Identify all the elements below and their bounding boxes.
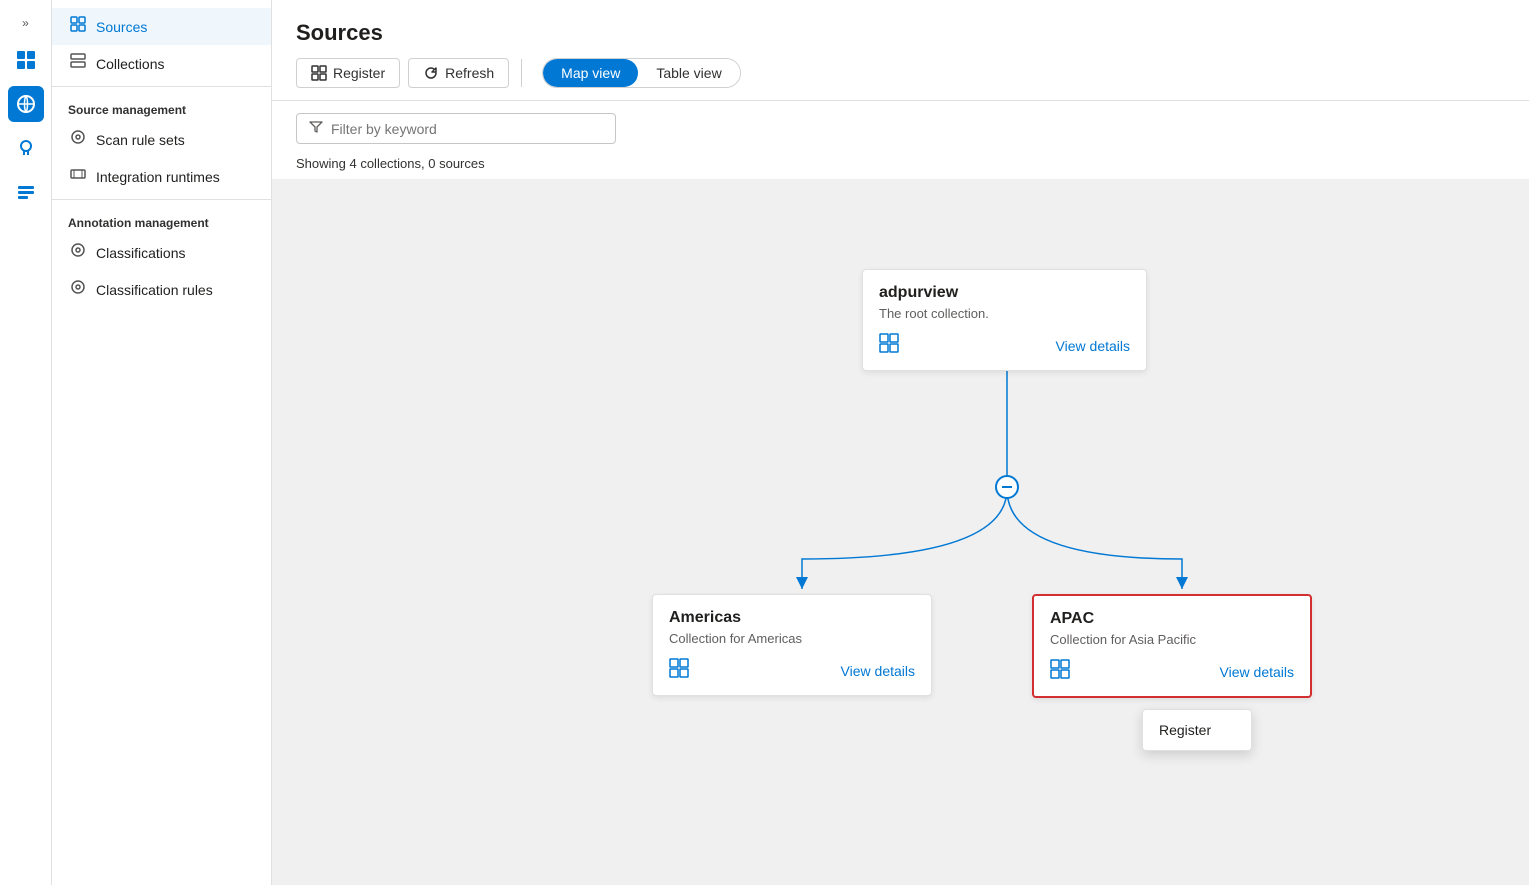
scan-rule-sets-icon bbox=[68, 129, 88, 150]
refresh-button[interactable]: Refresh bbox=[408, 58, 509, 88]
icon-bar: » bbox=[0, 0, 52, 885]
apac-collection-card: APAC Collection for Asia Pacific View de… bbox=[1032, 594, 1312, 698]
refresh-icon bbox=[423, 65, 439, 81]
apac-view-details-link[interactable]: View details bbox=[1220, 664, 1294, 680]
context-menu: Register bbox=[1142, 709, 1252, 751]
map-area[interactable]: adpurview The root collection. View deta… bbox=[272, 179, 1529, 885]
register-button[interactable]: Register bbox=[296, 58, 400, 88]
root-card-title: adpurview bbox=[879, 284, 1130, 302]
view-toggle: Map view Table view bbox=[542, 58, 741, 88]
management-nav-icon[interactable] bbox=[8, 174, 44, 210]
toolbar-divider bbox=[521, 59, 522, 87]
context-menu-register[interactable]: Register bbox=[1143, 714, 1251, 746]
filter-icon bbox=[309, 120, 323, 137]
map-view-button[interactable]: Map view bbox=[543, 59, 638, 87]
classifications-icon bbox=[68, 242, 88, 263]
americas-card-footer: View details bbox=[669, 658, 915, 683]
collapse-sidebar-button[interactable]: » bbox=[18, 12, 33, 34]
root-card-footer: View details bbox=[879, 333, 1130, 358]
sidebar-item-collections[interactable]: Collections bbox=[52, 45, 271, 82]
sidebar-divider-1 bbox=[52, 86, 271, 87]
showing-text: Showing 4 collections, 0 sources bbox=[272, 152, 1529, 179]
classification-rules-icon bbox=[68, 279, 88, 300]
apac-grid-icon[interactable] bbox=[1050, 659, 1070, 684]
page-title: Sources bbox=[296, 20, 1505, 46]
root-view-details-link[interactable]: View details bbox=[1056, 338, 1130, 354]
americas-card-title: Americas bbox=[669, 609, 915, 627]
page-header: Sources Register Refresh Map view Table … bbox=[272, 0, 1529, 101]
root-grid-icon[interactable] bbox=[879, 333, 899, 358]
main-content: Sources Register Refresh Map view Table … bbox=[272, 0, 1529, 885]
insights-nav-icon[interactable] bbox=[8, 130, 44, 166]
apac-card-desc: Collection for Asia Pacific bbox=[1050, 632, 1294, 647]
collections-icon bbox=[68, 53, 88, 74]
americas-collection-card: Americas Collection for Americas View de… bbox=[652, 594, 932, 696]
sidebar-scan-rule-sets-label: Scan rule sets bbox=[96, 132, 185, 148]
annotation-management-section: Annotation management bbox=[52, 204, 271, 234]
sidebar-collections-label: Collections bbox=[96, 56, 164, 72]
sidebar-item-sources[interactable]: Sources bbox=[52, 8, 271, 45]
root-card-desc: The root collection. bbox=[879, 306, 1130, 321]
data-map-nav-icon[interactable] bbox=[8, 86, 44, 122]
catalog-nav-icon[interactable] bbox=[8, 42, 44, 78]
register-icon bbox=[311, 65, 327, 81]
table-view-button[interactable]: Table view bbox=[638, 59, 739, 87]
americas-view-details-link[interactable]: View details bbox=[841, 663, 915, 679]
sidebar-item-integration-runtimes[interactable]: Integration runtimes bbox=[52, 158, 271, 195]
filter-input[interactable] bbox=[331, 121, 603, 137]
filter-input-wrapper bbox=[296, 113, 616, 144]
apac-card-footer: View details bbox=[1050, 659, 1294, 684]
source-management-section: Source management bbox=[52, 91, 271, 121]
sidebar-item-scan-rule-sets[interactable]: Scan rule sets bbox=[52, 121, 271, 158]
sidebar-item-classifications[interactable]: Classifications bbox=[52, 234, 271, 271]
sidebar-classification-rules-label: Classification rules bbox=[96, 282, 213, 298]
americas-card-desc: Collection for Americas bbox=[669, 631, 915, 646]
sidebar: Sources Collections Source management Sc… bbox=[52, 0, 272, 885]
sources-icon bbox=[68, 16, 88, 37]
sidebar-sources-label: Sources bbox=[96, 19, 147, 35]
toolbar: Register Refresh Map view Table view bbox=[296, 58, 1505, 88]
sidebar-classifications-label: Classifications bbox=[96, 245, 185, 261]
sidebar-divider-2 bbox=[52, 199, 271, 200]
root-collection-card: adpurview The root collection. View deta… bbox=[862, 269, 1147, 371]
apac-card-title: APAC bbox=[1050, 610, 1294, 628]
collapse-button[interactable] bbox=[995, 475, 1019, 499]
integration-runtimes-icon bbox=[68, 166, 88, 187]
americas-grid-icon[interactable] bbox=[669, 658, 689, 683]
sidebar-integration-runtimes-label: Integration runtimes bbox=[96, 169, 220, 185]
filter-bar bbox=[272, 101, 1529, 152]
sidebar-item-classification-rules[interactable]: Classification rules bbox=[52, 271, 271, 308]
